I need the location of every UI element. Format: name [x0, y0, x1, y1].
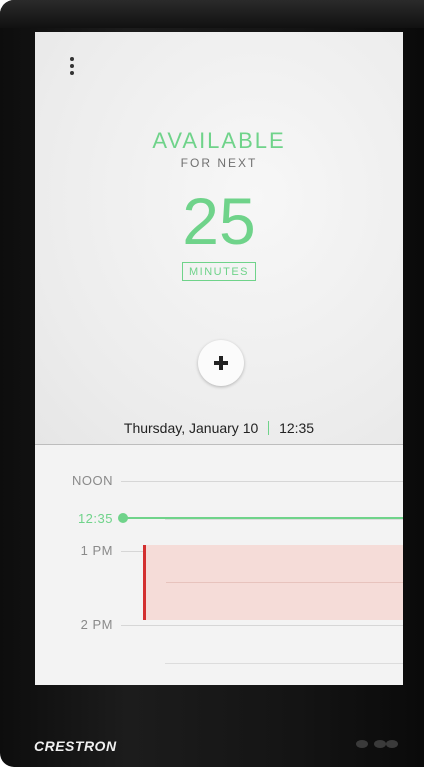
crestron-panel: AVAILABLE FOR NEXT 25 MINUTES Thursday, …: [0, 0, 424, 767]
gridline-2pm: [121, 625, 403, 626]
gridline-half-hour: [165, 519, 403, 520]
date-time-display: Thursday, January 10 12:35: [35, 420, 403, 436]
menu-dot: [70, 64, 74, 68]
month-day: January 10: [189, 420, 259, 436]
sensor-dot: [374, 740, 386, 748]
schedule-timeline[interactable]: NOON 12:35 1 PM 2 PM: [35, 445, 403, 685]
meeting-block[interactable]: [143, 545, 403, 620]
add-booking-button[interactable]: [198, 340, 244, 386]
touch-screen: AVAILABLE FOR NEXT 25 MINUTES Thursday, …: [35, 32, 403, 685]
current-time-line: [121, 517, 403, 519]
crestron-logo: CRESTRON: [34, 738, 117, 754]
current-time: 12:35: [279, 420, 315, 436]
for-next-label: FOR NEXT: [180, 156, 258, 170]
label-1pm: 1 PM: [80, 543, 113, 558]
minutes-remaining: 25: [182, 184, 256, 258]
sensor-dot: [386, 740, 398, 748]
availability-panel: AVAILABLE FOR NEXT 25 MINUTES Thursday, …: [35, 32, 403, 445]
date-time-separator: [268, 421, 270, 435]
room-status: AVAILABLE: [152, 128, 286, 153]
label-now: 12:35: [77, 511, 113, 526]
menu-dot: [70, 57, 74, 61]
booking-half-hour-line: [166, 582, 403, 583]
sensor-dot: [356, 740, 368, 748]
plus-icon: [214, 356, 228, 370]
label-noon: NOON: [72, 473, 113, 488]
minutes-badge: MINUTES: [182, 262, 256, 281]
kebab-menu-icon[interactable]: [69, 57, 75, 75]
label-2pm: 2 PM: [80, 617, 113, 632]
gridline-noon: [121, 481, 403, 482]
weekday: Thursday,: [123, 420, 186, 436]
gridline-half-hour: [165, 663, 403, 664]
menu-dot: [70, 71, 74, 75]
